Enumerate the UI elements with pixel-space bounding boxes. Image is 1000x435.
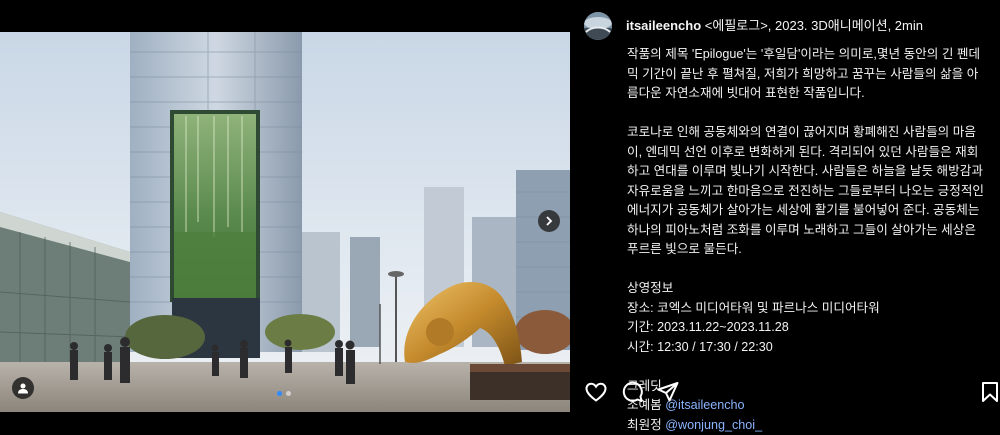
mention-link[interactable]: @wonjung_choi_ xyxy=(665,418,762,432)
share-icon xyxy=(656,380,680,404)
screening-heading: 상영정보 xyxy=(627,279,989,299)
share-button[interactable] xyxy=(656,380,680,404)
post-media[interactable] xyxy=(0,0,570,412)
bookmark-icon xyxy=(978,380,1000,404)
comment-button[interactable] xyxy=(620,380,644,404)
caption-body: 작품의 제목 'Epilogue'는 '후일담'이라는 의미로,몇년 동안의 긴… xyxy=(627,45,989,435)
action-bar xyxy=(584,380,992,404)
user-icon xyxy=(17,382,29,394)
comment-icon xyxy=(620,380,644,404)
tagged-users-button[interactable] xyxy=(12,377,34,399)
carousel-dot-2 xyxy=(286,391,291,396)
title-line: <에필로그>, 2023. 3D애니메이션, 2min xyxy=(705,18,923,33)
carousel-dot-1 xyxy=(277,391,282,396)
screening-times: 시간: 12:30 / 17:30 / 22:30 xyxy=(627,338,989,358)
screening-period: 기간: 2023.11.22~2023.11.28 xyxy=(627,318,989,338)
credit-name: 최원정 xyxy=(627,418,662,432)
carousel-next-button[interactable] xyxy=(538,210,560,232)
post-details-panel: itsaileencho <에필로그>, 2023. 3D애니메이션, 2min… xyxy=(570,0,1000,412)
caption-paragraph: 작품의 제목 'Epilogue'는 '후일담'이라는 의미로,몇년 동안의 긴… xyxy=(627,45,989,104)
username-link[interactable]: itsaileencho xyxy=(626,18,701,33)
heart-icon xyxy=(584,380,608,404)
caption-paragraph: 코로나로 인해 공동체와의 연결이 끊어지며 황폐해진 사람들의 마음이, 엔데… xyxy=(627,123,989,260)
screening-venue: 장소: 코엑스 미디어타워 및 파르나스 미디어타워 xyxy=(627,299,989,319)
credit-line: 최원정 @wonjung_choi_ xyxy=(627,416,989,435)
like-button[interactable] xyxy=(584,380,608,404)
post-header: itsaileencho <에필로그>, 2023. 3D애니메이션, 2min xyxy=(584,12,990,40)
chevron-right-icon xyxy=(544,216,554,226)
caption-first-line: itsaileencho <에필로그>, 2023. 3D애니메이션, 2min xyxy=(626,17,923,35)
post-photo xyxy=(0,32,570,412)
carousel-indicator xyxy=(277,391,291,396)
avatar[interactable] xyxy=(584,12,612,40)
save-button[interactable] xyxy=(978,380,1000,404)
